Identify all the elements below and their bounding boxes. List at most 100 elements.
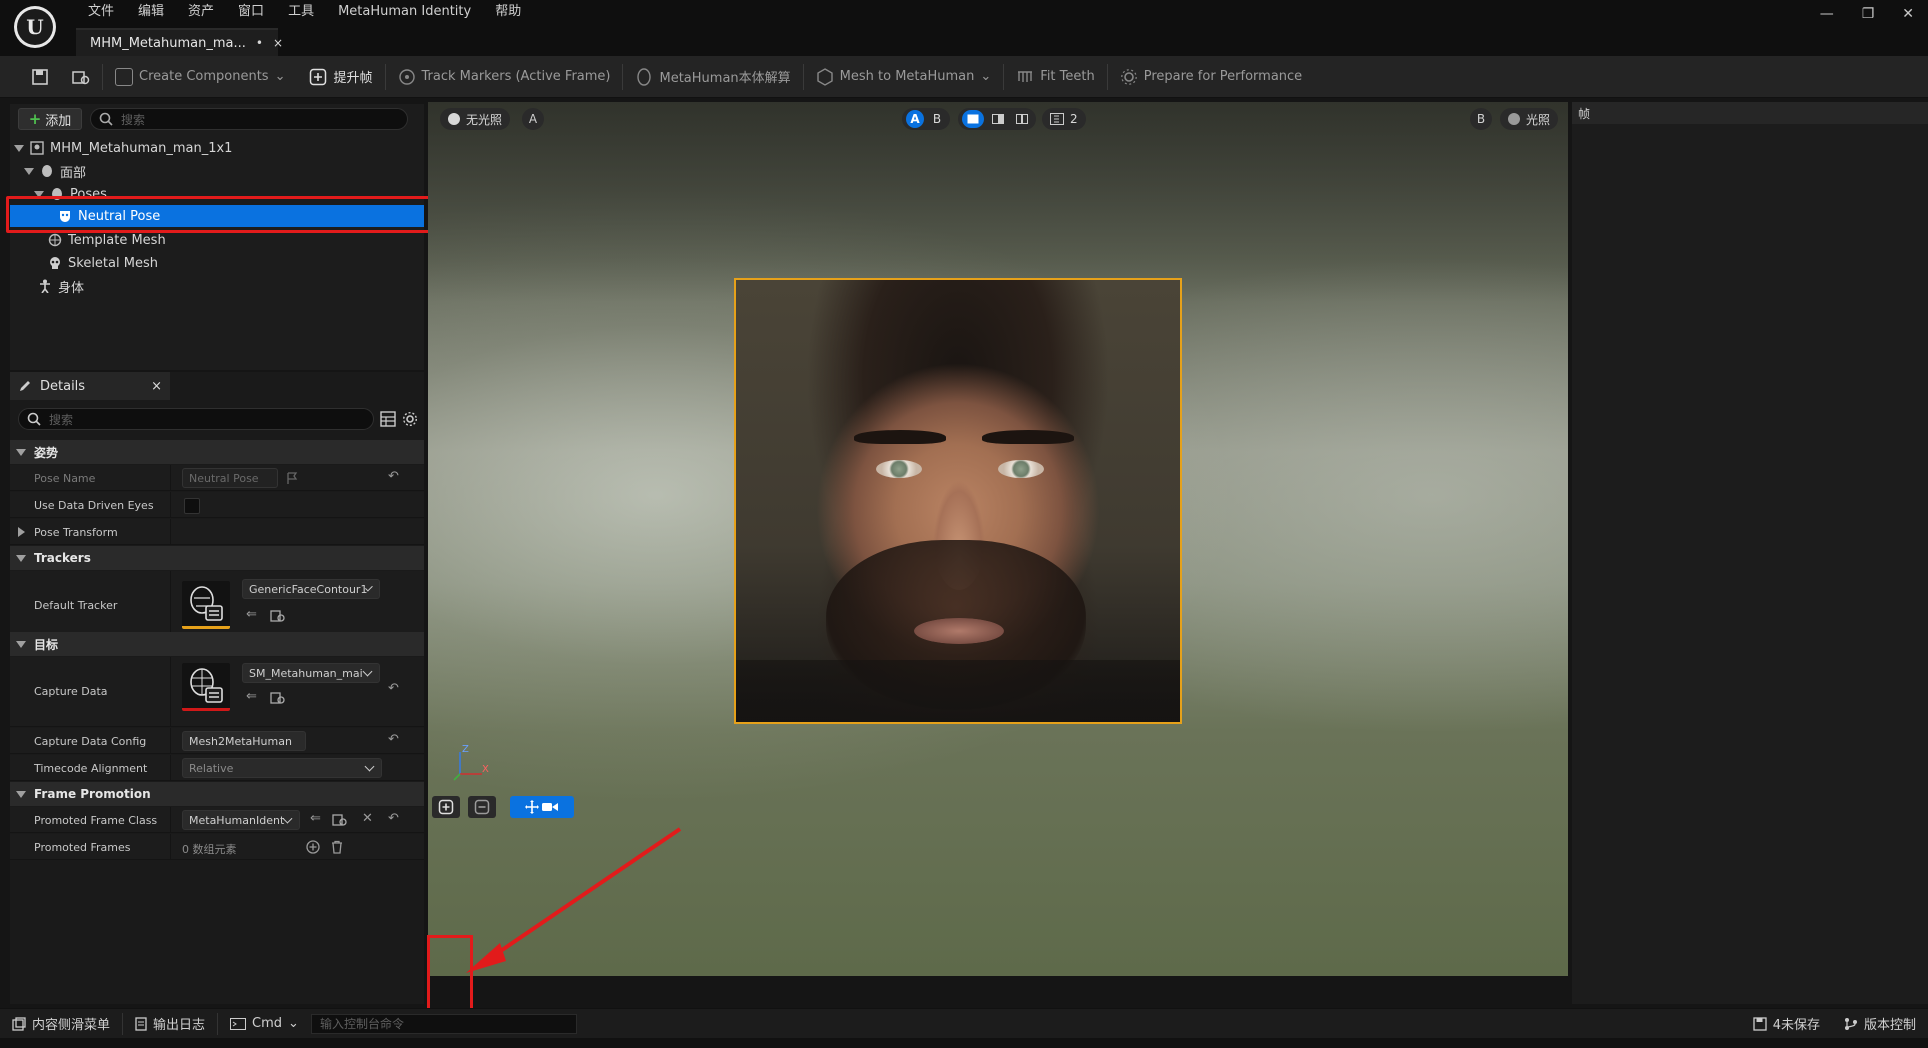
timecode-alignment-select[interactable]: Relative [182,758,382,778]
restore-icon[interactable]: ❐ [1862,6,1875,22]
tracker-thumbnail[interactable] [182,581,230,629]
dual-view-button[interactable] [1012,110,1032,128]
capture-data-select[interactable]: SM_Metahuman_mai [242,663,380,683]
use-selected-icon[interactable]: ⇐ [246,689,257,704]
view-a-button[interactable]: A [522,108,544,130]
reset-to-default-icon[interactable]: ↶ [388,811,399,826]
tree-item-skeletal-mesh[interactable]: Skeletal Mesh [10,252,424,274]
output-log-label: 输出日志 [153,1018,206,1033]
tree-item-body[interactable]: 身体 [10,275,424,297]
trash-icon[interactable] [330,840,344,854]
add-promoted-frame-button[interactable] [432,796,460,818]
document-tab[interactable]: MHM_Metahuman_ma... • × [76,28,283,56]
menu-window[interactable]: 窗口 [226,3,276,21]
details-tab[interactable]: Details × [10,372,170,400]
section-pose[interactable]: 姿势 [10,440,424,464]
reset-to-default-icon[interactable]: ↶ [388,732,399,747]
collapse-arrow-icon[interactable] [16,554,26,562]
remove-promoted-frame-button[interactable] [468,796,496,818]
reset-to-default-icon[interactable]: ↶ [388,681,399,696]
unsaved-button[interactable]: 4未保存 [1741,1009,1832,1039]
fit-teeth-button[interactable]: Fit Teeth [1004,56,1106,98]
menu-edit[interactable]: 编辑 [126,3,176,21]
add-button[interactable]: + 添加 [18,108,82,130]
add-label: 添加 [45,113,72,129]
pose-name-input[interactable]: Neutral Pose [182,468,278,488]
single-view-button[interactable] [962,110,984,128]
details-search-input[interactable]: 搜索 [18,408,374,430]
section-frame-promotion[interactable]: Frame Promotion [10,782,424,806]
output-log-button[interactable]: 输出日志 [123,1009,217,1039]
use-data-driven-eyes-checkbox[interactable] [184,498,200,514]
promoted-frames-count: 0 数组元素 [182,843,237,856]
gear-icon [1120,68,1137,85]
content-drawer-button[interactable]: 内容侧滑菜单 [0,1009,122,1039]
solve-button[interactable]: MetaHuman本体解算 [623,56,802,98]
menu-help[interactable]: 帮助 [483,3,533,21]
row-pose-transform[interactable]: Pose Transform [10,519,424,545]
close-window-icon[interactable]: ✕ [1902,6,1914,22]
source-control-button[interactable]: 版本控制 [1832,1009,1928,1039]
browse-button[interactable] [60,56,102,98]
view-b-button[interactable]: B [1470,108,1492,130]
use-selected-icon[interactable]: ⇐ [246,607,257,622]
add-element-icon[interactable] [306,840,320,854]
capture-data-thumbnail[interactable] [182,663,230,711]
use-selected-icon[interactable]: ⇐ [310,811,321,826]
reference-photo[interactable] [734,278,1182,724]
tab-close-icon[interactable]: × [273,36,283,50]
tree-item-label: Template Mesh [68,232,166,248]
mesh-to-metahuman-button[interactable]: Mesh to MetaHuman ⌄ [804,56,1004,98]
default-tracker-select[interactable]: GenericFaceContour1 [242,579,380,599]
layers-button[interactable]: 2 [1042,108,1086,130]
ab-b-button[interactable]: B [928,110,946,128]
collapse-arrow-icon[interactable] [16,640,26,648]
solve-face-icon [637,67,652,86]
save-button[interactable] [20,56,60,98]
console-command-input[interactable]: 输入控制台命令 [310,1013,577,1034]
browse-asset-icon[interactable] [270,609,286,623]
menu-asset[interactable]: 资产 [176,3,226,21]
clear-icon[interactable]: ✕ [362,811,373,826]
camera-move-icon [525,800,558,814]
chevron-down-icon: ⌄ [288,1016,299,1031]
reset-to-default-icon[interactable]: ↶ [388,469,399,484]
promote-frame-button[interactable]: 提升帧 [297,56,384,98]
menu-metahuman-identity[interactable]: MetaHuman Identity [326,3,483,21]
chevron-down-icon: ⌄ [980,69,992,84]
photo-jacket [736,660,1180,722]
table-view-icon[interactable] [380,411,396,427]
section-trackers[interactable]: Trackers [10,546,424,570]
menu-tools[interactable]: 工具 [276,3,326,21]
expand-arrow-icon[interactable] [24,167,34,175]
track-markers-icon [398,68,415,85]
capture-data-config-input[interactable]: Mesh2MetaHuman [182,731,306,751]
browse-asset-icon[interactable] [270,691,286,705]
lighting-mode-left-button[interactable]: 无光照 [440,108,511,130]
promoted-frame-class-select[interactable]: MetaHumanIdent [182,810,300,830]
details-close-icon[interactable]: × [151,379,162,394]
settings-gear-icon[interactable] [402,411,418,427]
outliner-search-input[interactable]: 搜索 [90,108,408,130]
cmd-button[interactable]: Cmd ⌄ [218,1009,311,1039]
ab-a-button[interactable]: A [906,110,924,128]
identity-asset-icon [30,141,44,155]
collapse-arrow-icon[interactable] [16,448,26,456]
section-target[interactable]: 目标 [10,632,424,656]
track-markers-button[interactable]: Track Markers (Active Frame) [386,56,623,98]
unreal-logo[interactable]: U [14,6,56,48]
collapse-arrow-icon[interactable] [16,790,26,798]
expand-arrow-icon[interactable] [18,527,25,537]
prepare-performance-button[interactable]: Prepare for Performance [1108,56,1314,98]
minimize-icon[interactable]: — [1820,6,1834,22]
wipe-view-button[interactable] [988,110,1008,128]
lighting-mode-right-button[interactable]: 光照 [1500,108,1559,130]
menu-file[interactable]: 文件 [76,3,126,21]
browse-asset-icon[interactable] [332,813,348,827]
camera-frame-button[interactable] [510,796,574,818]
tree-item-root[interactable]: MHM_Metahuman_man_1x1 [10,137,424,159]
tree-item-face[interactable]: 面部 [10,160,424,182]
promote-frame-label: 提升帧 [333,71,373,86]
expand-arrow-icon[interactable] [14,144,24,152]
create-components-button[interactable]: Create Components ⌄ [103,56,297,98]
